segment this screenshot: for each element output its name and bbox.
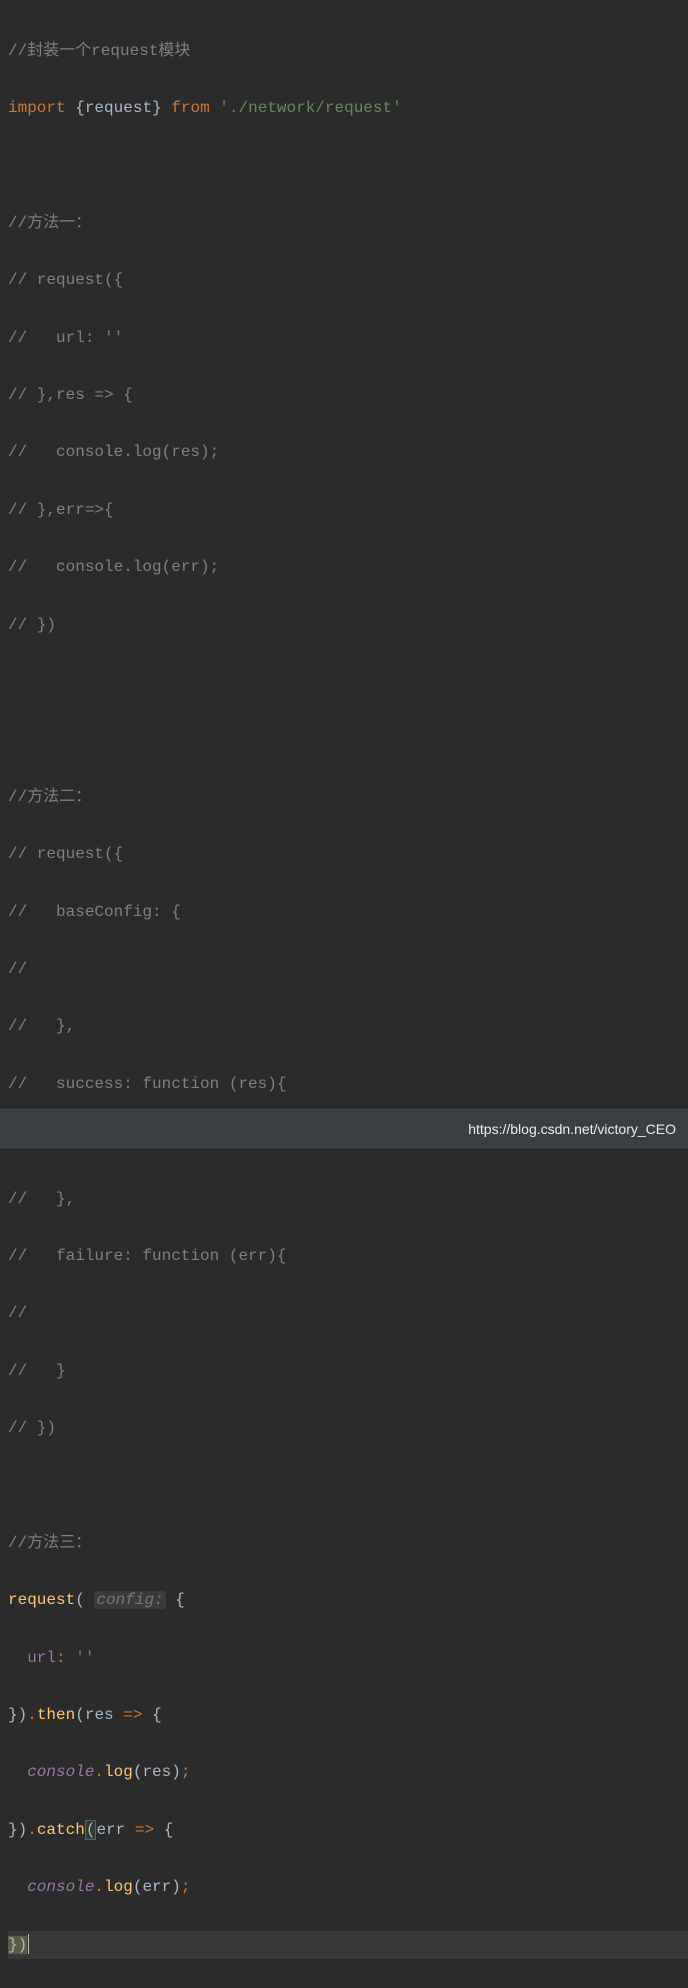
code-line: console.log(res); bbox=[8, 1758, 688, 1787]
code-line bbox=[8, 151, 688, 180]
code-line bbox=[8, 725, 688, 754]
code-line: // }, bbox=[8, 1185, 688, 1214]
text-cursor bbox=[28, 1934, 29, 1954]
code-line: //方法二： bbox=[8, 783, 688, 812]
code-line: // request({ bbox=[8, 840, 688, 869]
code-line: // console.log(err); bbox=[8, 553, 688, 582]
code-line: // },res => { bbox=[8, 381, 688, 410]
code-line: // }, bbox=[8, 1012, 688, 1041]
code-line: }).catch(err => { bbox=[8, 1816, 688, 1845]
code-line: //方法一： bbox=[8, 209, 688, 238]
code-line: //方法三： bbox=[8, 1529, 688, 1558]
code-line: // }) bbox=[8, 1414, 688, 1443]
code-line: //封装一个request模块 bbox=[8, 37, 688, 66]
code-line: // bbox=[8, 955, 688, 984]
code-line: import {request} from './network/request… bbox=[8, 94, 688, 123]
code-line: request( config: { bbox=[8, 1586, 688, 1615]
watermark-text: https://blog.csdn.net/victory_CEO bbox=[468, 1121, 676, 1137]
code-line: // baseConfig: { bbox=[8, 898, 688, 927]
code-line: // url: '' bbox=[8, 324, 688, 353]
code-line: // console.log(res); bbox=[8, 438, 688, 467]
code-line: // }) bbox=[8, 611, 688, 640]
code-line-current: }) bbox=[8, 1931, 688, 1960]
code-line: // success: function (res){ bbox=[8, 1070, 688, 1099]
code-line: // bbox=[8, 1299, 688, 1328]
code-line: // } bbox=[8, 1357, 688, 1386]
code-editor[interactable]: //封装一个request模块 import {request} from '.… bbox=[0, 0, 688, 1988]
code-line: }).then(res => { bbox=[8, 1701, 688, 1730]
code-line: url: '' bbox=[8, 1644, 688, 1673]
code-line: // request({ bbox=[8, 266, 688, 295]
code-line: // },err=>{ bbox=[8, 496, 688, 525]
code-line: // failure: function (err){ bbox=[8, 1242, 688, 1271]
code-line bbox=[8, 668, 688, 697]
code-line: console.log(err); bbox=[8, 1873, 688, 1902]
code-line bbox=[8, 1471, 688, 1500]
